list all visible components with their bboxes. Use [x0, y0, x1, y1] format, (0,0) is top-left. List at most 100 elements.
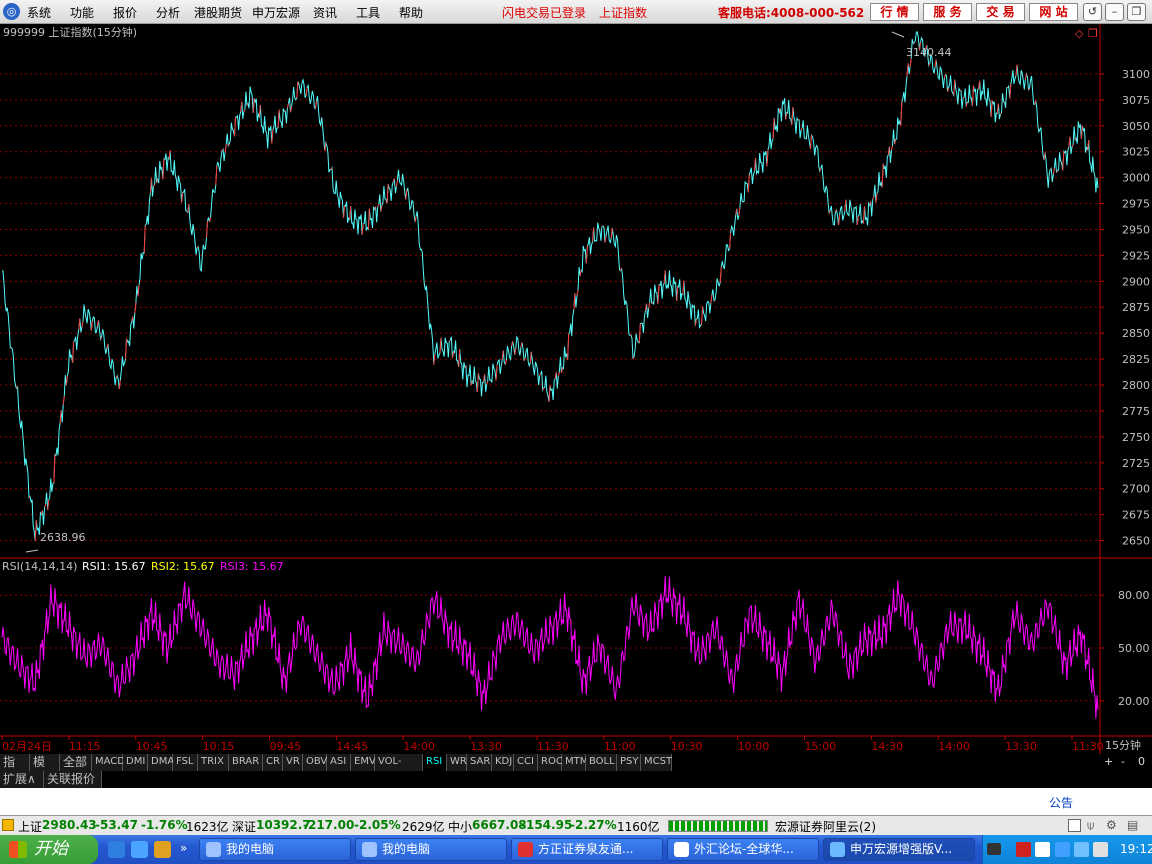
swhy-app-icon	[830, 842, 845, 857]
chart-options-icon[interactable]: ◇	[1075, 27, 1084, 40]
more-chevron-icon[interactable]: »	[180, 841, 187, 855]
max-price-label: 3140.44	[906, 46, 952, 59]
tab-mcst[interactable]: MCST	[641, 754, 672, 771]
tab-asi[interactable]: ASI	[327, 754, 351, 771]
chart-maximize-icon[interactable]: ❐	[1088, 27, 1098, 40]
security-icon[interactable]	[1016, 842, 1031, 857]
folder-icon	[206, 842, 221, 857]
start-button[interactable]: 开始	[0, 835, 98, 864]
time-tick-label: 02月24日	[2, 740, 52, 753]
hotline: 客服电话:4008-000-562	[718, 6, 865, 20]
refresh-icon[interactable]: ↺	[1083, 3, 1102, 21]
checkbox-icon[interactable]	[1068, 819, 1081, 832]
menu-help[interactable]: 帮助	[399, 4, 423, 21]
minimize-icon[interactable]: –	[1105, 3, 1124, 21]
menu-hk-futures[interactable]: 港股期货	[194, 4, 242, 21]
tab-trix[interactable]: TRIX	[198, 754, 229, 771]
antenna-icon: ⍦	[1087, 818, 1095, 832]
tab-dmi[interactable]: DMI	[123, 754, 148, 771]
time-tick-label: 14:45	[336, 740, 368, 753]
time-tick-label: 11:00	[604, 740, 636, 753]
shield-icon[interactable]	[1074, 842, 1089, 857]
task-swhy-enhanced[interactable]: 申万宏源增强版V...	[823, 838, 975, 861]
desktop-icon[interactable]	[131, 841, 148, 858]
zoom-out-button[interactable]: -	[1121, 755, 1125, 768]
menu-news[interactable]: 资讯	[313, 4, 337, 21]
sz-label: 深证	[232, 820, 257, 834]
task-forex-forum[interactable]: 外汇论坛-全球华...	[667, 838, 819, 861]
tab-emv[interactable]: EMV	[351, 754, 376, 771]
tab-vol-tdx[interactable]: VOL-TDX	[375, 754, 423, 783]
announcement-link[interactable]: 公告	[1049, 794, 1073, 811]
sh-change: -53.47	[95, 818, 138, 832]
time-tick-label: 10:15	[203, 740, 235, 753]
clock[interactable]: 19:12	[1120, 842, 1152, 856]
settings-icon[interactable]: ⚙	[1106, 818, 1117, 832]
sz-change: -217.00	[303, 818, 355, 832]
menu-function[interactable]: 功能	[70, 4, 94, 21]
rsi-tick-label: 50.00	[1118, 642, 1150, 655]
task-my-computer-1[interactable]: 我的电脑	[199, 838, 351, 861]
lock-icon[interactable]: ▤	[1127, 818, 1138, 832]
time-tick-label: 14:00	[938, 740, 970, 753]
time-tick-label: 11:30	[537, 740, 569, 753]
tab-rsi[interactable]: RSI	[423, 754, 447, 771]
tab--[interactable]: 模板	[30, 754, 60, 785]
time-tick-label: 14:00	[403, 740, 435, 753]
trade-button[interactable]: 交 易	[976, 3, 1025, 21]
zoom-reset-button[interactable]: 0	[1138, 755, 1145, 768]
price-tick-label: 3025	[1122, 146, 1150, 159]
tab-vr[interactable]: VR	[283, 754, 303, 771]
tab-cr[interactable]: CR	[263, 754, 283, 771]
media-icon[interactable]	[154, 841, 171, 858]
tab-dma[interactable]: DMA	[148, 754, 174, 771]
time-tick-label: 15:00	[805, 740, 837, 753]
keyboard-icon[interactable]	[987, 843, 1001, 855]
quote-button[interactable]: 行 情	[870, 3, 919, 21]
tab-kdj[interactable]: KDJ	[492, 754, 514, 771]
zoom-in-button[interactable]: +	[1104, 755, 1113, 768]
update-icon[interactable]	[1055, 842, 1070, 857]
tab--[interactable]: 全部	[60, 754, 92, 771]
windows-taskbar: 开始 » 我的电脑 我的电脑 方正证券泉友通... 外汇论坛-全球华... 申万…	[0, 835, 1152, 864]
tab-obv[interactable]: OBV	[303, 754, 327, 771]
price-tick-label: 2750	[1122, 431, 1150, 444]
tab-macd[interactable]: MACD	[92, 754, 125, 771]
menu-tools[interactable]: 工具	[356, 4, 380, 21]
chart-header: 999999 上证指数(15分钟)	[3, 25, 137, 39]
tab--[interactable]: 指标	[0, 754, 30, 785]
price-tick-label: 3100	[1122, 68, 1150, 81]
period-label[interactable]: 15分钟	[1105, 738, 1141, 752]
menu-analysis[interactable]: 分析	[156, 4, 180, 21]
signal-bar-icon	[668, 820, 768, 832]
network-icon[interactable]	[1035, 842, 1050, 857]
tab-brar[interactable]: BRAR	[229, 754, 263, 771]
ie-icon[interactable]	[108, 841, 125, 858]
tab-boll[interactable]: BOLL	[586, 754, 617, 771]
tab-fsl[interactable]: FSL	[173, 754, 198, 771]
app-window: ◎ 系统 功能 报价 分析 港股期货 申万宏源 资讯 工具 帮助 闪电交易已登录…	[0, 0, 1152, 864]
price-tick-label: 2800	[1122, 379, 1150, 392]
price-tick-label: 3000	[1122, 172, 1150, 185]
price-tick-label: 2875	[1122, 301, 1150, 314]
tab-sar[interactable]: SAR	[467, 754, 492, 771]
chart-area[interactable]: 3100 3075 3050 3025 3000 2975 2950 2925 2900 2875…	[0, 24, 1152, 754]
tab-cci[interactable]: CCI	[514, 754, 538, 771]
tab-mtm[interactable]: MTM	[562, 754, 588, 771]
related-quotes-tab[interactable]: 关联报价	[44, 771, 102, 788]
tab-psy[interactable]: PSY	[617, 754, 641, 771]
expand-tab[interactable]: 扩展∧	[0, 771, 44, 788]
volume-icon[interactable]	[1093, 842, 1108, 857]
tab-wr[interactable]: WR	[447, 754, 467, 771]
menu-swhy[interactable]: 申万宏源	[252, 4, 300, 21]
task-founder-securities[interactable]: 方正证券泉友通...	[511, 838, 663, 861]
server-label[interactable]: 宏源证券阿里云(2)	[775, 818, 876, 835]
menu-system[interactable]: 系统	[27, 4, 51, 21]
website-button[interactable]: 网 站	[1029, 3, 1078, 21]
restore-icon[interactable]: ❐	[1127, 3, 1146, 21]
menu-quote[interactable]: 报价	[113, 4, 137, 21]
task-my-computer-2[interactable]: 我的电脑	[355, 838, 507, 861]
tab-roc[interactable]: ROC	[538, 754, 563, 771]
time-tick-label: 11:15	[69, 740, 101, 753]
service-button[interactable]: 服 务	[923, 3, 972, 21]
